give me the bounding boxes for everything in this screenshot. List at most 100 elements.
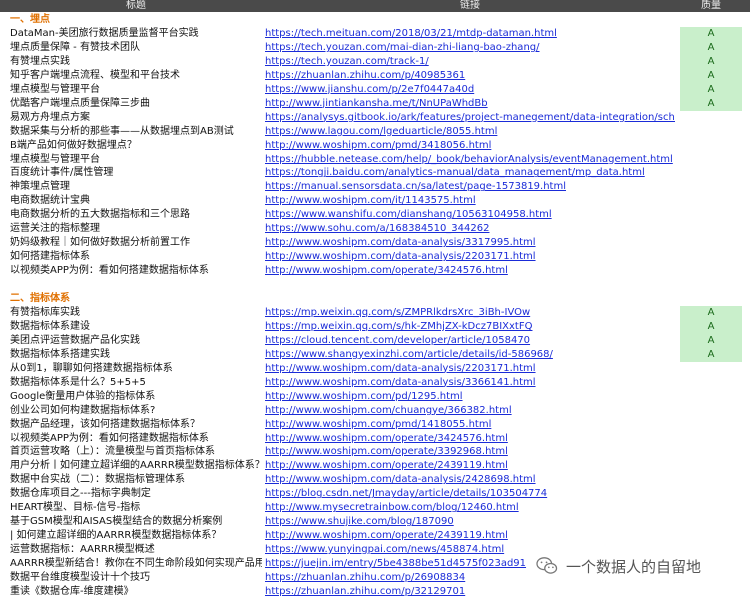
row-link[interactable]: https://hubble.netease.com/help/_book/be… (265, 153, 675, 167)
row-link[interactable]: https://mp.weixin.qq.com/s/hk-ZMhjZX-kDc… (265, 320, 675, 334)
row-title: 百度统计事件/属性管理 (10, 167, 114, 179)
row-quality: A (680, 319, 742, 334)
table-row: Google衡量用户体验的指标体系 http://www.woshipm.com/… (0, 390, 750, 404)
table-row: 数据指标体系是什么？5+5+5 http://www.woshipm.com/da… (0, 376, 750, 390)
table-row: 以视频类APP为例：看如何搭建数据指标体系 http://www.woshipm.… (0, 432, 750, 446)
table-row: 易观方舟埋点方案 https://analysys.gitbook.io/ark/… (0, 111, 750, 125)
column-header-row: 标题 链接 质量 (0, 0, 750, 12)
table-row: 埋点模型与管理平台 https://www.jianshu.com/p/2e7f0… (0, 82, 750, 97)
table-row: 如何搭建指标体系 http://www.woshipm.com/data-anal… (0, 250, 750, 264)
section-header-row: 二、指标体系 (0, 292, 750, 306)
table-row: 优酷客户端埋点质量保障三步曲 http://www.jintiankansha.m… (0, 96, 750, 111)
row-title: 埋点模型与管理平台 (10, 83, 100, 95)
table-row: HEART模型、目标-信号-指标 http://www.mysecretrainb… (0, 501, 750, 515)
row-link[interactable]: http://www.woshipm.com/pmd/3418056.html (265, 139, 675, 153)
row-title: 以视频类APP为例：看如何搭建数据指标体系 (10, 432, 209, 444)
wechat-icon (536, 557, 558, 574)
row-link[interactable]: https://blog.csdn.net/Jmayday/article/de… (265, 487, 675, 501)
row-title: 数据仓库项目之---指标字典制定 (10, 488, 151, 500)
row-link[interactable]: http://www.woshipm.com/chuangye/366382.h… (265, 404, 675, 418)
table-row: 奶妈级教程｜如何做好数据分析前置工作 http://www.woshipm.com… (0, 236, 750, 250)
row-title: HEART模型、目标-信号-指标 (10, 502, 141, 514)
row-link[interactable]: https://www.shujike.com/blog/187090 (265, 515, 675, 529)
row-title: 美团点评运营数据产品化实践 (10, 334, 140, 346)
row-title: 用户分析丨如何建立超详细的AARRR模型数据指标体系？ (10, 460, 262, 472)
row-title: 首页运营攻略（上）：流量模型与首页指标体系 (10, 446, 215, 458)
row-link[interactable]: http://www.woshipm.com/data-analysis/220… (265, 362, 675, 376)
column-header-title[interactable]: 标题 (126, 0, 146, 12)
column-header-quality[interactable]: 质量 (701, 0, 721, 12)
row-link[interactable]: http://www.woshipm.com/pd/1295.html (265, 390, 675, 404)
table-row: | 如何建立超详细的AARRR模型数据指标体系？ http://www.woshi… (0, 529, 750, 543)
row-link[interactable]: https://tech.youzan.com/mai-dian-zhi-lia… (265, 41, 675, 55)
table-row: 埋点模型与管理平台 https://hubble.netease.com/help… (0, 153, 750, 167)
row-link[interactable]: https://cloud.tencent.com/developer/arti… (265, 334, 675, 348)
row-title: 基于GSM模型和AISAS模型结合的数据分析案例 (10, 516, 223, 528)
row-quality: A (680, 305, 742, 320)
row-link[interactable]: https://www.wanshifu.com/dianshang/10563… (265, 208, 675, 222)
row-link[interactable]: https://zhuanlan.zhihu.com/p/40985361 (265, 69, 675, 83)
row-link[interactable]: http://www.woshipm.com/operate/2439119.h… (265, 529, 675, 543)
row-quality: A (680, 333, 742, 348)
row-link[interactable]: https://tongji.baidu.com/analytics-manua… (265, 166, 675, 180)
row-title: 运营数据指标：AARRR模型概述 (10, 544, 155, 556)
row-link[interactable]: https://www.jianshu.com/p/2e7f0447a40d (265, 83, 675, 97)
row-title: | 如何建立超详细的AARRR模型数据指标体系？ (10, 530, 222, 542)
row-link[interactable]: http://www.woshipm.com/data-analysis/331… (265, 236, 675, 250)
section-title: 二、指标体系 (10, 293, 70, 304)
table-row: 从0到1，聊聊如何搭建数据指标体系 http://www.woshipm.com/… (0, 362, 750, 376)
row-quality: A (680, 40, 742, 55)
table-row: 百度统计事件/属性管理 https://tongji.baidu.com/anal… (0, 166, 750, 180)
row-link[interactable]: http://www.jintiankansha.me/t/NnUPaWhdBb (265, 97, 675, 111)
row-quality: A (680, 82, 742, 97)
row-link[interactable]: http://www.woshipm.com/operate/3424576.h… (265, 432, 675, 446)
row-link[interactable]: https://tech.meituan.com/2018/03/21/mtdp… (265, 27, 675, 41)
row-title: 数据指标体系建设 (10, 320, 90, 332)
row-title: 数据产品经理，该如何搭建数据指标体系？ (10, 418, 200, 430)
table-row: 有赞指标库实践 https://mp.weixin.qq.com/s/ZMPRlk… (0, 305, 750, 320)
table-row: 神策埋点管理 https://manual.sensorsdata.cn/sa/l… (0, 180, 750, 194)
section-title: 一、埋点 (10, 14, 50, 25)
table-row: B端产品如何做好数据埋点？ http://www.woshipm.com/pmd/… (0, 139, 750, 153)
row-link[interactable]: https://mp.weixin.qq.com/s/ZMPRlkdrsXrc_… (265, 306, 675, 320)
row-link[interactable]: http://www.woshipm.com/operate/3424576.h… (265, 264, 675, 278)
row-link[interactable]: https://analysys.gitbook.io/ark/features… (265, 111, 675, 125)
row-link[interactable]: http://www.woshipm.com/data-analysis/220… (265, 250, 675, 264)
table-row: DataMan-美团旅行数据质量监督平台实践 https://tech.meitu… (0, 26, 750, 41)
table-row: 数据采集与分析的那些事——从数据埋点到AB测试 https://www.lagou… (0, 125, 750, 139)
row-link[interactable]: http://www.woshipm.com/data-analysis/242… (265, 473, 675, 487)
section-header-row: 一、埋点 (0, 13, 750, 27)
row-title: 重读《数据仓库-维度建模》 (10, 585, 134, 597)
row-link[interactable]: https://zhuanlan.zhihu.com/p/32129701 (265, 585, 675, 599)
row-link[interactable]: https://www.shangyexinzhi.com/article/de… (265, 348, 675, 362)
row-link[interactable]: http://www.mysecretrainbow.com/blog/1246… (265, 501, 675, 515)
table-row: 美团点评运营数据产品化实践 https://cloud.tencent.com/d… (0, 333, 750, 348)
row-title: 如何搭建指标体系 (10, 251, 90, 263)
row-link[interactable]: http://www.woshipm.com/data-analysis/336… (265, 376, 675, 390)
table-row: 数据中台实战（二）：数据指标管理体系 http://www.woshipm.com… (0, 473, 750, 487)
row-title: Google衡量用户体验的指标体系 (10, 390, 156, 402)
row-title: 易观方舟埋点方案 (10, 111, 90, 123)
row-title: 神策埋点管理 (10, 181, 70, 193)
row-link[interactable]: https://manual.sensorsdata.cn/sa/latest/… (265, 180, 675, 194)
row-link[interactable]: https://www.lagou.com/lgeduarticle/8055.… (265, 125, 675, 139)
row-title: 数据平台维度模型设计十个技巧 (10, 572, 150, 583)
row-title: 运营关注的指标整理 (10, 223, 100, 235)
row-link[interactable]: http://www.woshipm.com/pmd/1418055.html (265, 418, 675, 432)
row-link[interactable]: http://www.woshipm.com/it/1143575.html (265, 194, 675, 208)
row-title: 有赞埋点实践 (10, 55, 70, 67)
column-header-link[interactable]: 链接 (460, 0, 480, 12)
table-row: 数据产品经理，该如何搭建数据指标体系？ http://www.woshipm.co… (0, 418, 750, 432)
row-title: 以视频类APP为例：看如何搭建数据指标体系 (10, 265, 209, 277)
row-title: B端产品如何做好数据埋点？ (10, 139, 137, 151)
row-link[interactable]: http://www.woshipm.com/operate/3392968.h… (265, 445, 675, 459)
row-link[interactable]: http://www.woshipm.com/operate/2439119.h… (265, 459, 675, 473)
table-row: 以视频类APP为例：看如何搭建数据指标体系 http://www.woshipm.… (0, 264, 750, 278)
table-row: 埋点质量保障 - 有赞技术团队 https://tech.youzan.com/m… (0, 40, 750, 55)
table-row: 用户分析丨如何建立超详细的AARRR模型数据指标体系？ http://www.wo… (0, 459, 750, 473)
row-title: 电商数据统计宝典 (10, 195, 90, 207)
row-title: DataMan-美团旅行数据质量监督平台实践 (10, 27, 199, 39)
row-quality: A (680, 347, 742, 362)
row-link[interactable]: https://tech.youzan.com/track-1/ (265, 55, 675, 69)
row-link[interactable]: https://www.sohu.com/a/168384510_344262 (265, 222, 675, 236)
